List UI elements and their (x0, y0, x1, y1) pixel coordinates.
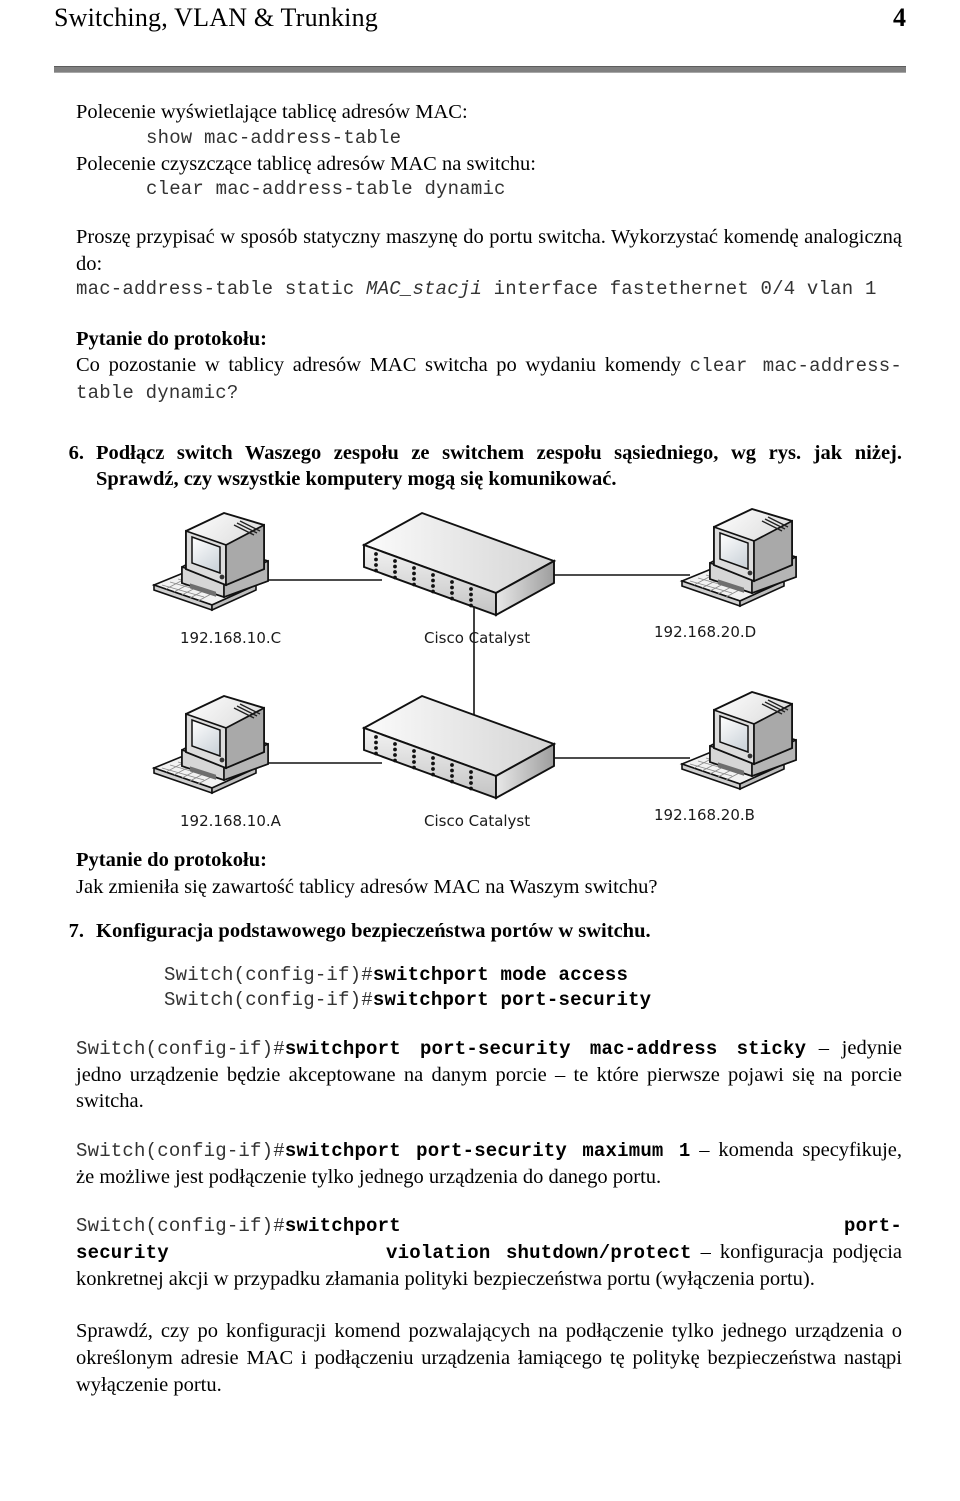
command-sticky-text: switchport port-security mac-address sti… (284, 1038, 807, 1061)
command-prompt: Switch(config-if)# (76, 1215, 285, 1238)
static-command-part2: interface fastethernet 0/4 vlan 1 (482, 277, 877, 300)
command-maximum-block: Switch(config-if)#switchport port-securi… (54, 1137, 906, 1190)
pc-top-left-icon (153, 512, 269, 611)
question-1-text-before: Co pozostanie w tablicy adresów MAC swit… (76, 354, 690, 377)
document-body: Polecenie wyświetlające tablicę adresów … (54, 73, 906, 1398)
static-command-part1: mac-address-table static (76, 277, 367, 300)
label-pc-top-right: 192.168.20.D (654, 623, 757, 642)
label-switch-bottom: Cisco Catalyst (424, 812, 531, 831)
mac-table-clear-label: Polecenie czyszczące tablicę adresów MAC… (76, 152, 536, 175)
pc-top-right-icon (681, 508, 797, 607)
command-prompt: Switch(config-if)# (164, 963, 373, 986)
network-diagram-svg (153, 508, 797, 799)
label-pc-bottom-left: 192.168.10.A (180, 812, 281, 831)
page-title: Switching, VLAN & Trunking (54, 3, 378, 32)
command-port-security: Switch(config-if)#switchport port-securi… (54, 988, 906, 1013)
command-violation-part-a: switchport (284, 1215, 401, 1238)
mac-table-show-command: show mac-address-table (146, 126, 402, 149)
static-assignment-paragraph: Proszę przypisać w sposób statyczny masz… (76, 226, 902, 276)
command-prompt: Switch(config-if)# (164, 989, 373, 1012)
switch-top-icon (363, 512, 555, 616)
command-violation-part-c: violation (386, 1242, 491, 1265)
command-prompt: Switch(config-if)# (76, 1038, 285, 1061)
command-prompt: Switch(config-if)# (76, 1140, 285, 1163)
question-2-label: Pytanie do protokołu: (76, 849, 267, 872)
command-mode-access-text: switchport mode access (372, 963, 629, 986)
label-pc-bottom-right: 192.168.20.B (654, 806, 755, 825)
command-mode-access: Switch(config-if)#switchport mode access (54, 963, 906, 988)
question-1-text-after: ? (226, 382, 239, 405)
page-header: Switching, VLAN & Trunking 4 (54, 0, 906, 62)
label-pc-top-left: 192.168.10.C (180, 629, 282, 648)
list-item-6-text: Podłącz switch Waszego zespołu ze switch… (96, 441, 902, 491)
list-item-7-number: 7. (68, 920, 84, 943)
list-item-6-number: 6. (68, 441, 84, 464)
question-1-label: Pytanie do protokołu: (76, 327, 267, 350)
command-maximum-text: switchport port-security maximum 1 (284, 1140, 691, 1163)
static-command-variable: MAC_stacji (366, 277, 483, 300)
switch-bottom-icon (363, 695, 555, 799)
network-diagram: 192.168.10.C Cisco Catalyst 192.168.20.D… (54, 507, 906, 847)
mac-table-show-label: Polecenie wyświetlające tablicę adresów … (76, 101, 468, 123)
closing-paragraph: Sprawdź, czy po konfiguracji komend pozw… (76, 1320, 902, 1396)
pc-bottom-right-icon (681, 691, 797, 790)
command-violation-block: Switch(config-if)#switchport port-securi… (54, 1212, 906, 1292)
mac-table-clear-command: clear mac-address-table dynamic (146, 178, 506, 201)
list-item-7-text: Konfiguracja podstawowego bezpieczeństwa… (96, 920, 651, 943)
command-sticky-block: Switch(config-if)#switchport port-securi… (54, 1035, 906, 1115)
document-page: Switching, VLAN & Trunking 4 Polecenie w… (0, 0, 960, 1501)
pc-bottom-left-icon (153, 695, 269, 794)
list-item-7: 7. Konfiguracja podstawowego bezpieczeńs… (54, 918, 906, 945)
header-divider (54, 66, 906, 73)
page-number: 4 (893, 3, 906, 32)
command-violation-part-d: shutdown/protect (505, 1242, 692, 1265)
question-2-text: Jak zmieniła się zawartość tablicy adres… (76, 875, 658, 898)
list-item-6: 6. Podłącz switch Waszego zespołu ze swi… (54, 440, 906, 493)
question-1-text: Co pozostanie w tablicy adresów MAC swit… (54, 352, 906, 405)
label-switch-top: Cisco Catalyst (424, 629, 531, 648)
command-port-security-text: switchport port-security (372, 989, 652, 1012)
